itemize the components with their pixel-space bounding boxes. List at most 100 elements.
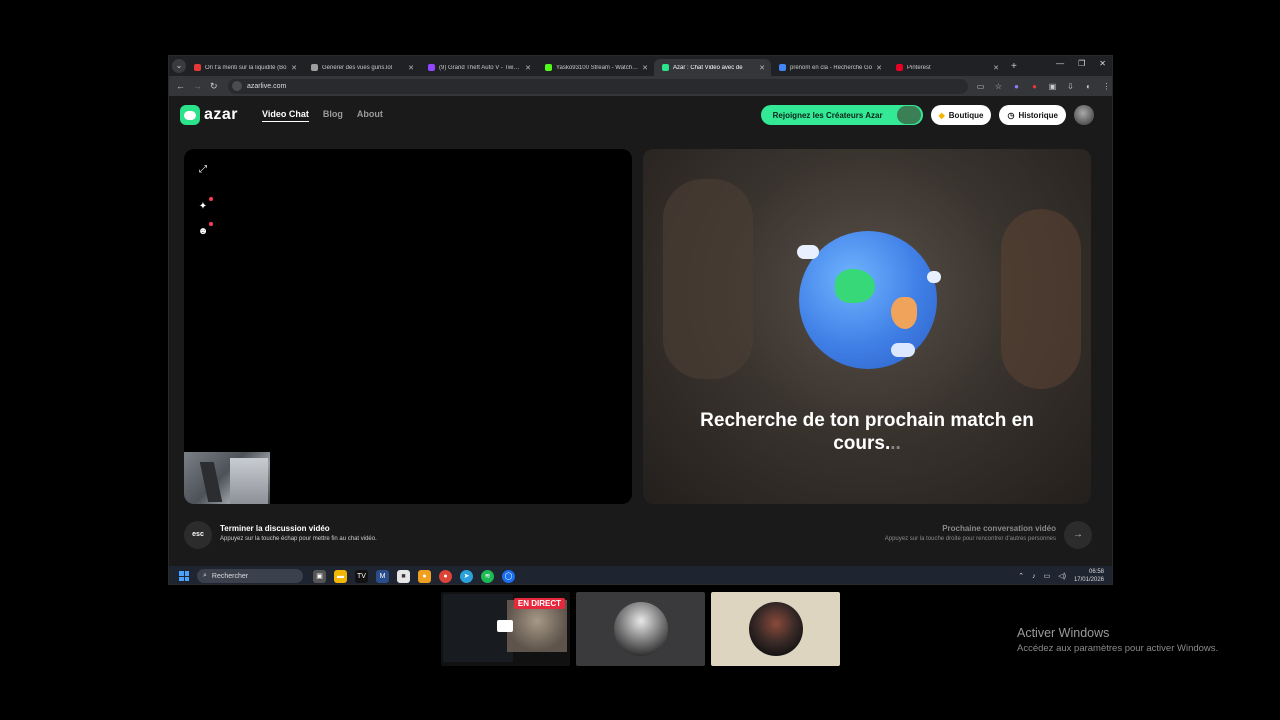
stream-preview-thumbnail[interactable]: EN DIRECT [441, 592, 570, 666]
close-window-icon[interactable]: ✕ [1099, 59, 1106, 68]
globe-land [891, 297, 917, 329]
task-view-icon[interactable]: ▣ [313, 569, 326, 583]
partner-video-panel: Recherche de ton prochain match en cours… [643, 149, 1091, 504]
tab-close-icon[interactable]: ✕ [876, 64, 882, 72]
url-field[interactable]: azarlive.com [228, 78, 968, 94]
tab-close-icon[interactable]: ✕ [993, 64, 999, 72]
windows-start-icon[interactable] [179, 571, 189, 581]
browser-tab[interactable]: Pinterest ✕ [888, 59, 1005, 76]
next-chat-title: Prochaine conversation vidéo [942, 524, 1056, 533]
forward-icon[interactable]: → [193, 81, 203, 91]
self-video-panel: ⤢ ✦ ☻ [184, 149, 632, 504]
tab-favicon-icon [311, 64, 318, 71]
site-info-icon[interactable] [232, 81, 242, 91]
new-tab-icon[interactable]: + [1011, 61, 1017, 72]
network-icon[interactable]: ▭ [1044, 572, 1051, 580]
app-icon[interactable]: ● [418, 569, 431, 583]
browser-tab[interactable]: Azar : Chat Vidéo avec de ✕ [654, 59, 771, 76]
clock[interactable]: 06:58 17/01/2026 [1074, 568, 1104, 584]
tab-title: Pinterest [907, 64, 931, 71]
profile-icon[interactable]: ◐ [1084, 82, 1093, 91]
tab-list: On t'a menti sur la liquidité (Bo ✕ Génére… [186, 56, 1005, 76]
globe-cloud [797, 245, 819, 259]
clock-icon: ◷ [1007, 110, 1015, 120]
volume-icon[interactable]: ◁) [1058, 572, 1066, 580]
tab-title: Yasko93100 Stream - Watch Li [556, 64, 639, 71]
reload-icon[interactable]: ↻ [210, 81, 220, 92]
tab-favicon-icon [545, 64, 552, 71]
participant-thumbnail[interactable] [576, 592, 705, 666]
tab-close-icon[interactable]: ✕ [291, 64, 297, 72]
user-avatar[interactable] [1074, 105, 1094, 125]
cast-icon[interactable]: ▭ [976, 82, 985, 91]
browser-window: ⌄ On t'a menti sur la liquidité (Bo ✕ Géné… [168, 55, 1113, 585]
background-blur [663, 179, 753, 379]
extension-icon[interactable]: ● [1012, 82, 1021, 91]
browser-tab[interactable]: (9) Grand Theft Auto V - Twitch ✕ [420, 59, 537, 76]
browser-tab[interactable]: On t'a menti sur la liquidité (Bo ✕ [186, 59, 303, 76]
shop-button[interactable]: ◆ Boutique [930, 105, 992, 125]
end-chat-button[interactable]: esc [184, 521, 212, 549]
searching-message: Recherche de ton prochain match en cours… [643, 409, 1091, 455]
participant-thumbnail[interactable] [711, 592, 840, 666]
nav-video-chat[interactable]: Video Chat [262, 109, 309, 122]
tab-close-icon[interactable]: ✕ [525, 64, 531, 72]
tradingview-icon[interactable]: TV [355, 569, 368, 583]
bookmark-star-icon[interactable]: ☆ [994, 82, 1003, 91]
store-icon[interactable]: ■ [397, 569, 410, 583]
url-text: azarlive.com [247, 82, 287, 90]
browser-tab[interactable]: prénom en cla - Recherche Go ✕ [771, 59, 888, 76]
download-icon[interactable]: ⇩ [1066, 82, 1075, 91]
tab-search-icon[interactable]: ⌄ [172, 59, 186, 73]
tab-title: (9) Grand Theft Auto V - Twitch [439, 64, 522, 71]
expand-icon[interactable]: ⤢ [196, 163, 210, 177]
join-creators-label: Rejoignez les Créateurs Azar [772, 110, 883, 120]
nav-blog[interactable]: Blog [323, 109, 343, 122]
browser-tab[interactable]: Yasko93100 Stream - Watch Li ✕ [537, 59, 654, 76]
history-button[interactable]: ◷ Historique [999, 105, 1066, 125]
app-ring-icon[interactable]: ◯ [502, 569, 515, 583]
restore-icon[interactable]: ❐ [1078, 59, 1085, 68]
tab-title: prénom en cla - Recherche Go [790, 64, 873, 71]
telegram-icon[interactable]: ➤ [460, 569, 473, 583]
tab-close-icon[interactable]: ✕ [642, 64, 648, 72]
header-actions: Rejoignez les Créateurs Azar ◆ Boutique … [760, 105, 1094, 125]
join-creators-button[interactable]: Rejoignez les Créateurs Azar [760, 105, 923, 125]
tab-favicon-icon [428, 64, 435, 71]
magic-wand-icon[interactable]: ✦ [196, 197, 213, 214]
minimize-icon[interactable]: — [1056, 59, 1064, 68]
mask-icon[interactable]: ☻ [196, 222, 213, 239]
activation-subtitle: Accédez aux paramètres pour activer Wind… [1017, 643, 1219, 654]
kebab-menu-icon[interactable]: ⋮ [1102, 82, 1111, 91]
puzzle-icon[interactable]: ▣ [1048, 82, 1057, 91]
participant-avatar [749, 602, 803, 656]
tab-close-icon[interactable]: ✕ [759, 64, 765, 72]
screen-share-icon [497, 620, 513, 632]
back-icon[interactable]: ← [176, 81, 186, 91]
shop-label: Boutique [948, 110, 984, 120]
tab-favicon-icon [779, 64, 786, 71]
end-chat-title: Terminer la discussion vidéo [220, 524, 330, 533]
azar-logo[interactable]: azar [180, 105, 238, 125]
background-blur [1001, 209, 1081, 389]
microphone-icon[interactable]: ♪ [1032, 573, 1036, 580]
taskbar-apps: ▣ ▬ TV M ■ ● ● ➤ ≋ ◯ [313, 569, 515, 583]
searching-text: Recherche de ton prochain match en cours… [700, 410, 1034, 454]
tab-favicon-icon [662, 64, 669, 71]
extensions-area: ▭ ☆ ● ● ▣ ⇩ ◐ ⋮ [976, 82, 1111, 91]
browser-tab[interactable]: Générer des vues guns.lol ✕ [303, 59, 420, 76]
tab-title: On t'a menti sur la liquidité (Bo [205, 64, 287, 71]
tab-close-icon[interactable]: ✕ [408, 64, 414, 72]
clock-time: 06:58 [1088, 569, 1104, 575]
next-chat-arrow-icon[interactable]: → [1064, 521, 1092, 549]
chevron-up-icon[interactable]: ⌃ [1018, 572, 1024, 580]
gem-icon: ◆ [938, 110, 945, 120]
spotify-icon[interactable]: ≋ [481, 569, 494, 583]
extension-icon[interactable]: ● [1030, 82, 1039, 91]
metamask-icon[interactable]: M [376, 569, 389, 583]
file-explorer-icon[interactable]: ▬ [334, 569, 347, 583]
taskbar-search[interactable]: ⌕ Rechercher [197, 569, 303, 583]
notification-dot [209, 197, 213, 201]
chrome-icon[interactable]: ● [439, 569, 452, 583]
nav-about[interactable]: About [357, 109, 383, 122]
